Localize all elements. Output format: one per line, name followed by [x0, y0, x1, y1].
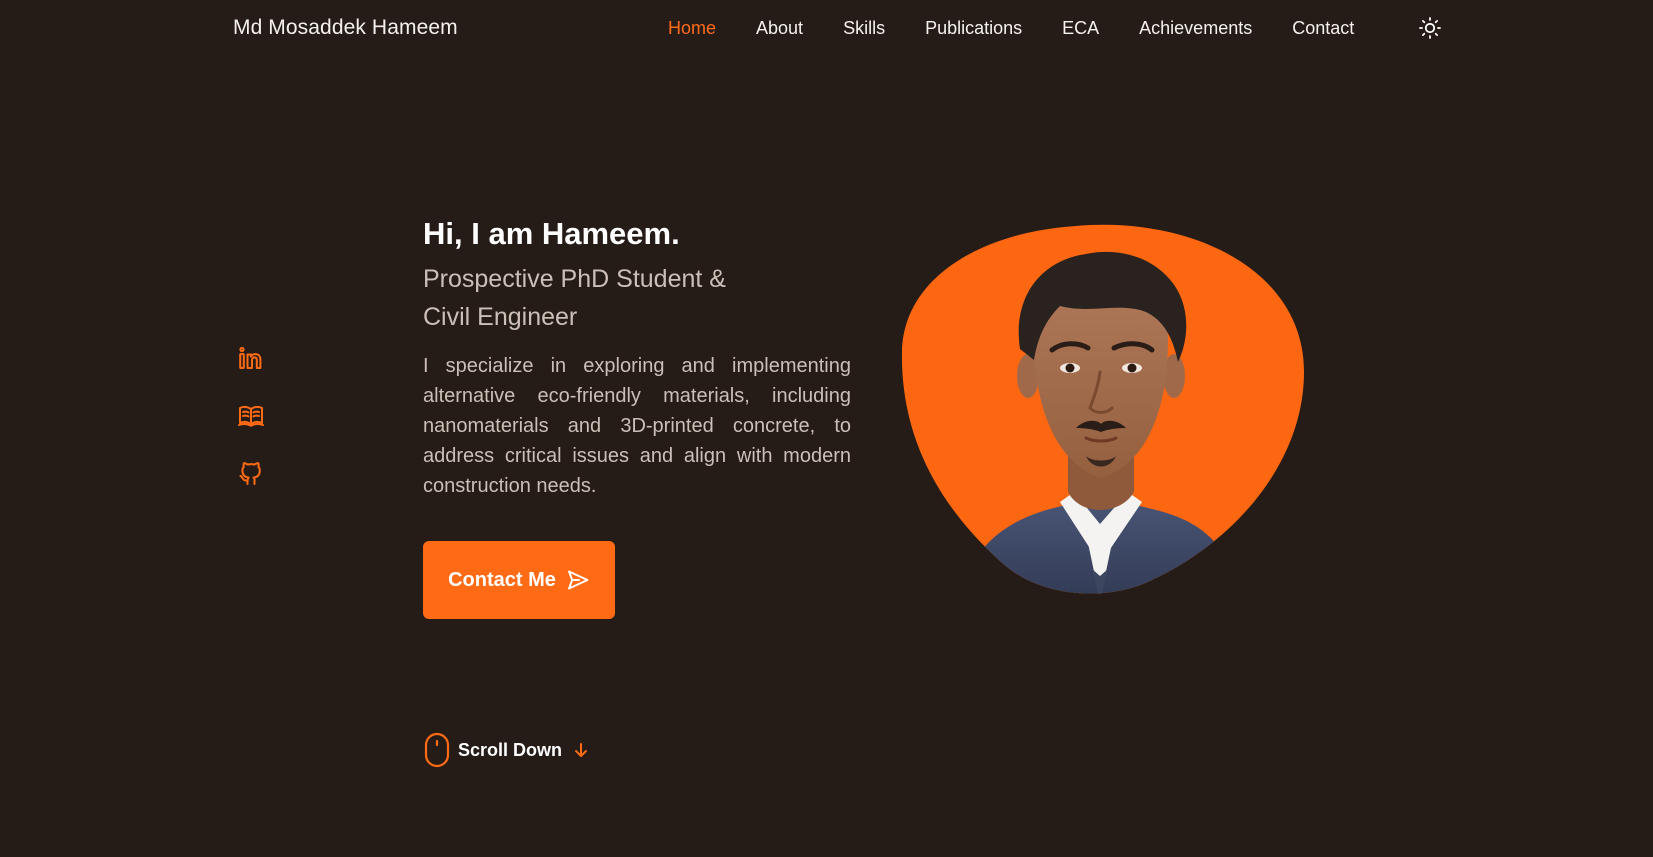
- github-icon[interactable]: [237, 459, 265, 487]
- nav-skills[interactable]: Skills: [843, 18, 885, 39]
- nav-home[interactable]: Home: [668, 18, 716, 39]
- nav-publications[interactable]: Publications: [925, 18, 1022, 39]
- nav-achievements[interactable]: Achievements: [1139, 18, 1252, 39]
- mouse-icon: [424, 732, 458, 768]
- hero-subtitle-line2: Civil Engineer: [423, 303, 578, 331]
- nav-contact[interactable]: Contact: [1292, 18, 1354, 39]
- site-header: Md Mosaddek Hameem Home About Skills Pub…: [0, 0, 1653, 58]
- nav-eca[interactable]: ECA: [1062, 18, 1099, 39]
- contact-me-label: Contact Me: [448, 568, 556, 591]
- sun-icon[interactable]: [1418, 16, 1442, 40]
- scroll-down-link[interactable]: Scroll Down: [424, 732, 590, 768]
- contact-me-button[interactable]: Contact Me: [423, 541, 615, 619]
- hero-subtitle-line1: Prospective PhD Student &: [423, 265, 726, 293]
- send-icon: [566, 568, 590, 592]
- linkedin-icon[interactable]: [237, 345, 265, 373]
- book-icon[interactable]: [237, 402, 265, 430]
- hero-title: Hi, I am Hameem.: [423, 216, 680, 251]
- hero-description: I specialize in exploring and implementi…: [423, 355, 851, 497]
- hero-subtitle: Prospective PhD Student & Civil Engineer: [423, 260, 803, 336]
- profile-picture: [900, 224, 1306, 600]
- social-links: [237, 345, 265, 516]
- nav-about[interactable]: About: [756, 18, 803, 39]
- scroll-down-label: Scroll Down: [458, 739, 563, 760]
- main-nav: Home About Skills Publications ECA Achie…: [668, 18, 1394, 39]
- site-brand[interactable]: Md Mosaddek Hameem: [233, 16, 458, 40]
- arrow-down-icon: [572, 741, 590, 759]
